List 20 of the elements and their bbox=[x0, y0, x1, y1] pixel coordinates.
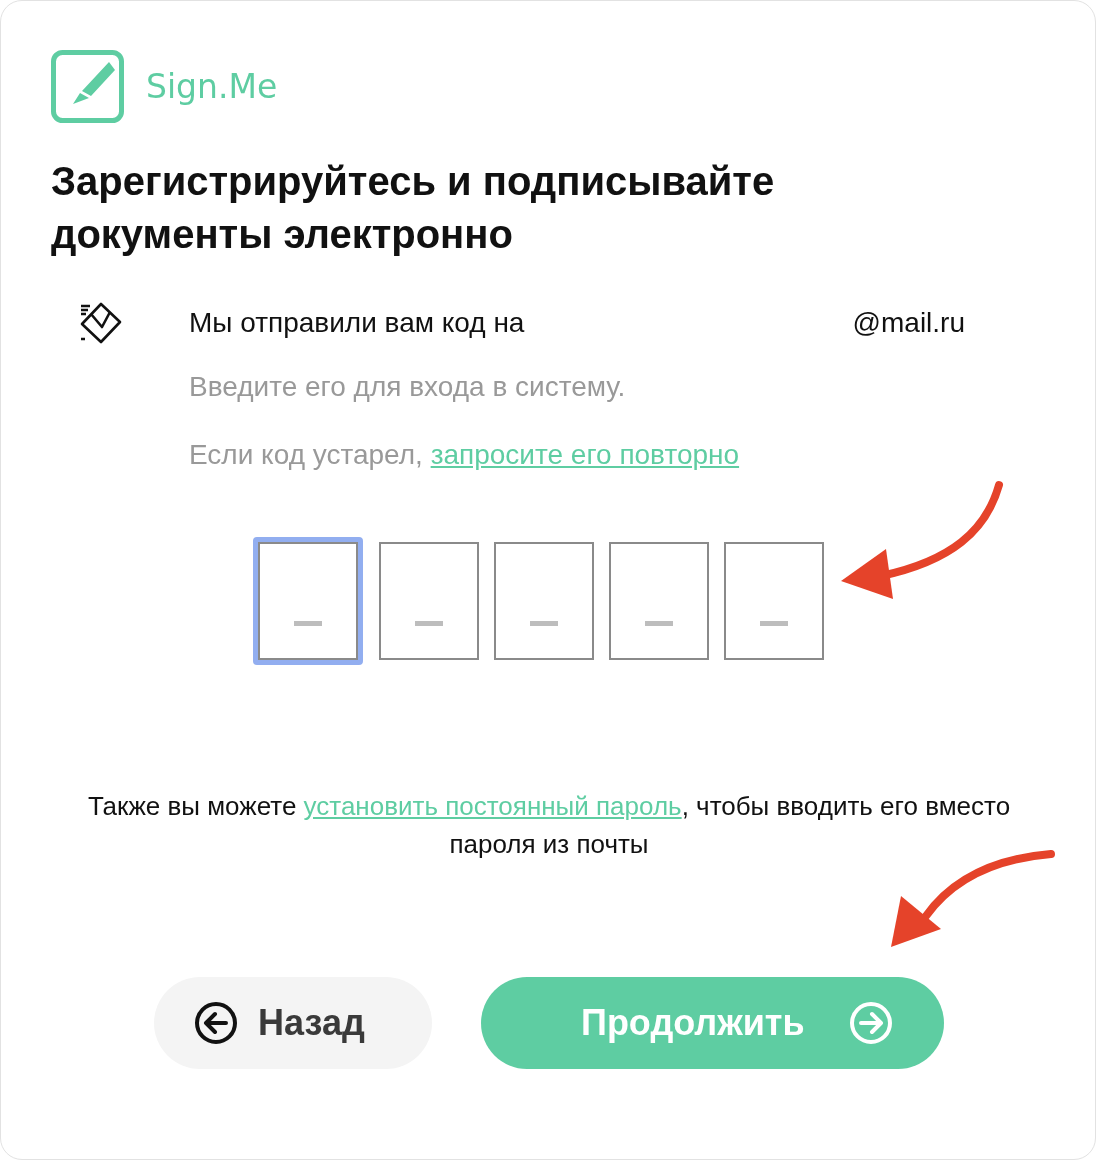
code-input-field[interactable] bbox=[724, 542, 824, 660]
password-note: Также вы можете установить постоянный пароль, чтобы вводить его вместо пароля из почты bbox=[86, 790, 1012, 861]
continue-button[interactable]: Продолжить bbox=[481, 977, 944, 1069]
email-address: @mail.ru bbox=[852, 306, 965, 340]
set-password-link[interactable]: установить постоянный пароль bbox=[303, 791, 682, 821]
envelope-icon bbox=[79, 301, 123, 345]
code-input-field[interactable] bbox=[494, 542, 594, 660]
back-button[interactable]: Назад bbox=[154, 977, 432, 1069]
resend-text: Если код устарел, запросите его повторно bbox=[189, 438, 741, 472]
code-input-field[interactable] bbox=[253, 537, 363, 665]
code-sent-text: Мы отправили вам код на bbox=[189, 306, 525, 340]
code-input-field[interactable] bbox=[379, 542, 479, 660]
arrow-right-icon bbox=[848, 1001, 893, 1045]
code-input-field[interactable] bbox=[609, 542, 709, 660]
hint-text: Введите его для входа в систему. bbox=[189, 370, 627, 404]
page-title: Зарегистрируйтесь и подписывайте документы электронно bbox=[51, 158, 776, 258]
arrow-left-icon bbox=[194, 1001, 238, 1045]
resend-link[interactable]: запросите его повторно bbox=[430, 439, 740, 470]
logo-name: Sign.Me bbox=[146, 67, 278, 106]
pencil-logo-icon bbox=[51, 50, 124, 123]
